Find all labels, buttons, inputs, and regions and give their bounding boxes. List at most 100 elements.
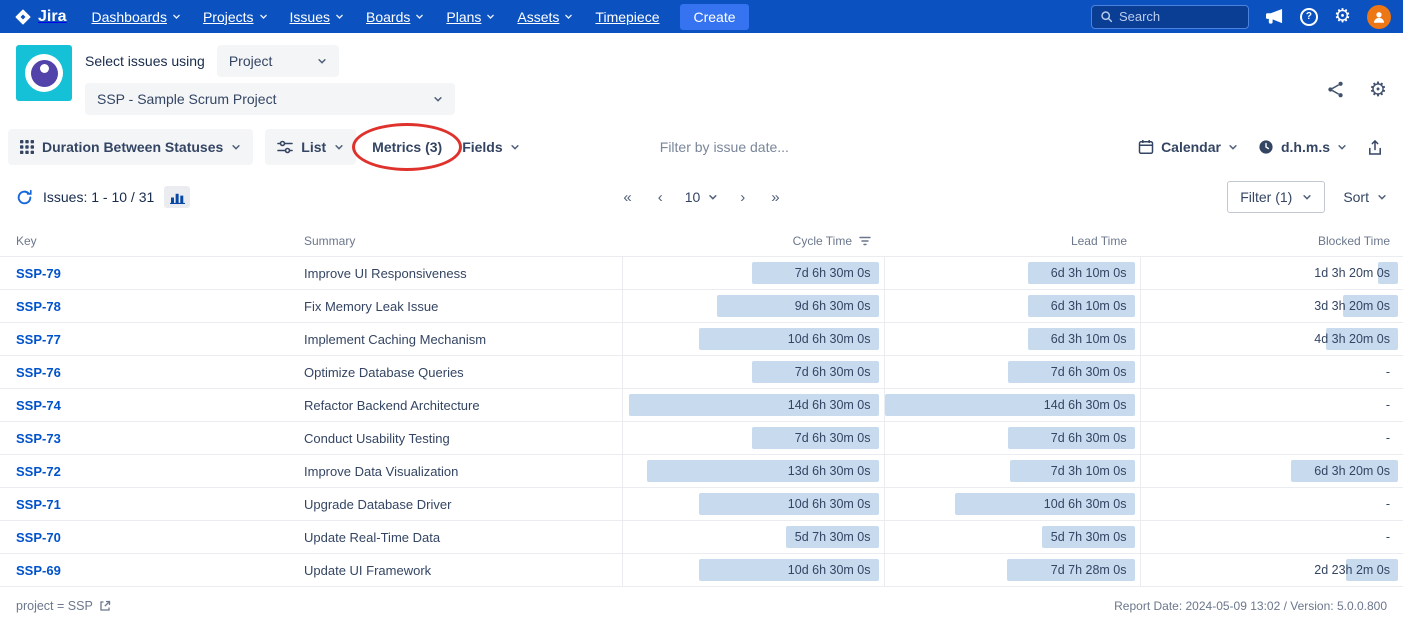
chevron-down-icon [1302,192,1312,202]
page-size-value: 10 [685,189,701,205]
chevron-down-icon [172,12,181,21]
chevron-down-icon [564,12,573,21]
fields-select[interactable]: Fields [458,129,523,165]
settings-button[interactable]: ⚙ [1334,7,1351,26]
jira-home-link[interactable]: Jira [12,8,80,26]
external-link-icon [99,600,111,612]
nav-item-issues[interactable]: Issues [279,0,355,33]
nav-item-label: Boards [366,9,410,25]
nav-item-timepiece[interactable]: Timepiece [584,0,670,33]
issue-key-cell: SSP-74 [0,389,291,422]
report-settings-button[interactable]: ⚙ [1369,79,1387,99]
nav-item-label: Plans [446,9,481,25]
sort-button-label: Sort [1343,189,1369,205]
nav-item-boards[interactable]: Boards [355,0,435,33]
duration-value: 6d 3h 10m 0s [1051,257,1127,289]
duration-value: 4d 3h 20m 0s [1314,323,1390,355]
search-input[interactable] [1119,9,1240,24]
share-button[interactable] [1326,80,1345,99]
issue-key-link[interactable]: SSP-72 [0,464,61,479]
duration-value: 9d 6h 30m 0s [795,290,871,322]
nav-item-plans[interactable]: Plans [435,0,506,33]
duration-value: 7d 6h 30m 0s [795,422,871,454]
app-logo-ring [25,54,63,92]
announcements-button[interactable] [1265,8,1284,25]
report-type-select[interactable]: Duration Between Statuses [8,129,253,165]
time-format-label: d.h.m.s [1281,139,1330,155]
issue-key-link[interactable]: SSP-78 [0,299,61,314]
sort-button[interactable]: Sort [1343,189,1387,205]
app-logo-core [31,60,58,87]
nav-item-assets[interactable]: Assets [506,0,584,33]
user-menu-button[interactable] [1367,5,1391,29]
issue-key-link[interactable]: SSP-71 [0,497,61,512]
nav-item-projects[interactable]: Projects [192,0,279,33]
issues-count: Issues: 1 - 10 / 31 [43,189,154,205]
help-button[interactable]: ? [1300,8,1318,26]
cycle-time-cell: 7d 6h 30m 0s [622,356,884,389]
issue-source-value: Project [229,53,273,69]
blocked-time-cell: 3d 3h 20m 0s [1140,290,1403,323]
chart-view-button[interactable] [164,186,190,208]
top-navbar: Jira Dashboards Projects Issues Boards P… [0,0,1403,33]
question-mark-icon: ? [1300,8,1318,26]
issue-key-cell: SSP-71 [0,488,291,521]
issue-source-select[interactable]: Project [217,45,339,77]
global-search[interactable] [1091,5,1249,29]
sliders-icon [277,140,293,154]
issues-table: Key Summary Cycle Time Lead Time Blocked… [0,225,1403,587]
metrics-label: Metrics (3) [372,139,442,155]
cycle-time-cell: 10d 6h 30m 0s [622,554,884,587]
bar-chart-icon [170,191,185,204]
page-size-select[interactable]: 10 [685,189,719,205]
table-row: SSP-70Update Real-Time Data5d 7h 30m 0s5… [0,521,1403,554]
duration-value: 13d 6h 30m 0s [788,455,871,487]
issue-key-link[interactable]: SSP-69 [0,563,61,578]
issue-summary: Improve Data Visualization [291,455,622,488]
issue-key-link[interactable]: SSP-77 [0,332,61,347]
refresh-button[interactable] [16,189,33,206]
duration-value: 7d 6h 30m 0s [795,356,871,388]
nav-item-dashboards[interactable]: Dashboards [80,0,192,33]
next-page-button[interactable]: › [736,187,749,208]
calendar-select[interactable]: Calendar [1134,129,1242,165]
project-select[interactable]: SSP - Sample Scrum Project [85,83,455,115]
table-row: SSP-77Implement Caching Mechanism10d 6h … [0,323,1403,356]
issues-bar: Issues: 1 - 10 / 31 « ‹ 10 › » Filter (1… [0,175,1403,225]
issue-key-link[interactable]: SSP-70 [0,530,61,545]
view-select[interactable]: List [265,129,356,165]
filter-button-label: Filter (1) [1240,189,1292,205]
lead-time-cell: 6d 3h 10m 0s [884,257,1140,290]
duration-value: 6d 3h 10m 0s [1051,323,1127,355]
issue-key-link[interactable]: SSP-73 [0,431,61,446]
duration-value: 1d 3h 20m 0s [1314,257,1390,289]
issue-key-link[interactable]: SSP-79 [0,266,61,281]
create-button[interactable]: Create [680,4,748,30]
issue-date-filter-input[interactable] [660,139,830,155]
issue-summary: Update UI Framework [291,554,622,587]
chevron-down-icon [335,12,344,21]
table-row: SSP-74Refactor Backend Architecture14d 6… [0,389,1403,422]
table-row: SSP-78Fix Memory Leak Issue9d 6h 30m 0s6… [0,290,1403,323]
first-page-button[interactable]: « [619,187,635,208]
metrics-button[interactable]: Metrics (3) [368,129,446,165]
time-format-select[interactable]: d.h.m.s [1254,129,1351,165]
calendar-icon [1138,139,1154,155]
column-header-cycle-time[interactable]: Cycle Time [622,225,884,257]
chevron-down-icon [317,56,327,66]
issue-summary: Update Real-Time Data [291,521,622,554]
issue-key-cell: SSP-70 [0,521,291,554]
chevron-down-icon [415,12,424,21]
export-button[interactable] [1363,129,1387,165]
chevron-down-icon [486,12,495,21]
last-page-button[interactable]: » [767,187,783,208]
duration-value: - [1386,389,1390,421]
issue-key-link[interactable]: SSP-74 [0,398,61,413]
filter-button[interactable]: Filter (1) [1227,181,1325,213]
jql-query-link[interactable]: project = SSP [16,599,111,613]
table-row: SSP-79Improve UI Responsiveness7d 6h 30m… [0,257,1403,290]
prev-page-button[interactable]: ‹ [654,187,667,208]
duration-value: 6d 3h 20m 0s [1314,455,1390,487]
report-info: Report Date: 2024-05-09 13:02 / Version:… [1114,599,1387,613]
issue-key-link[interactable]: SSP-76 [0,365,61,380]
